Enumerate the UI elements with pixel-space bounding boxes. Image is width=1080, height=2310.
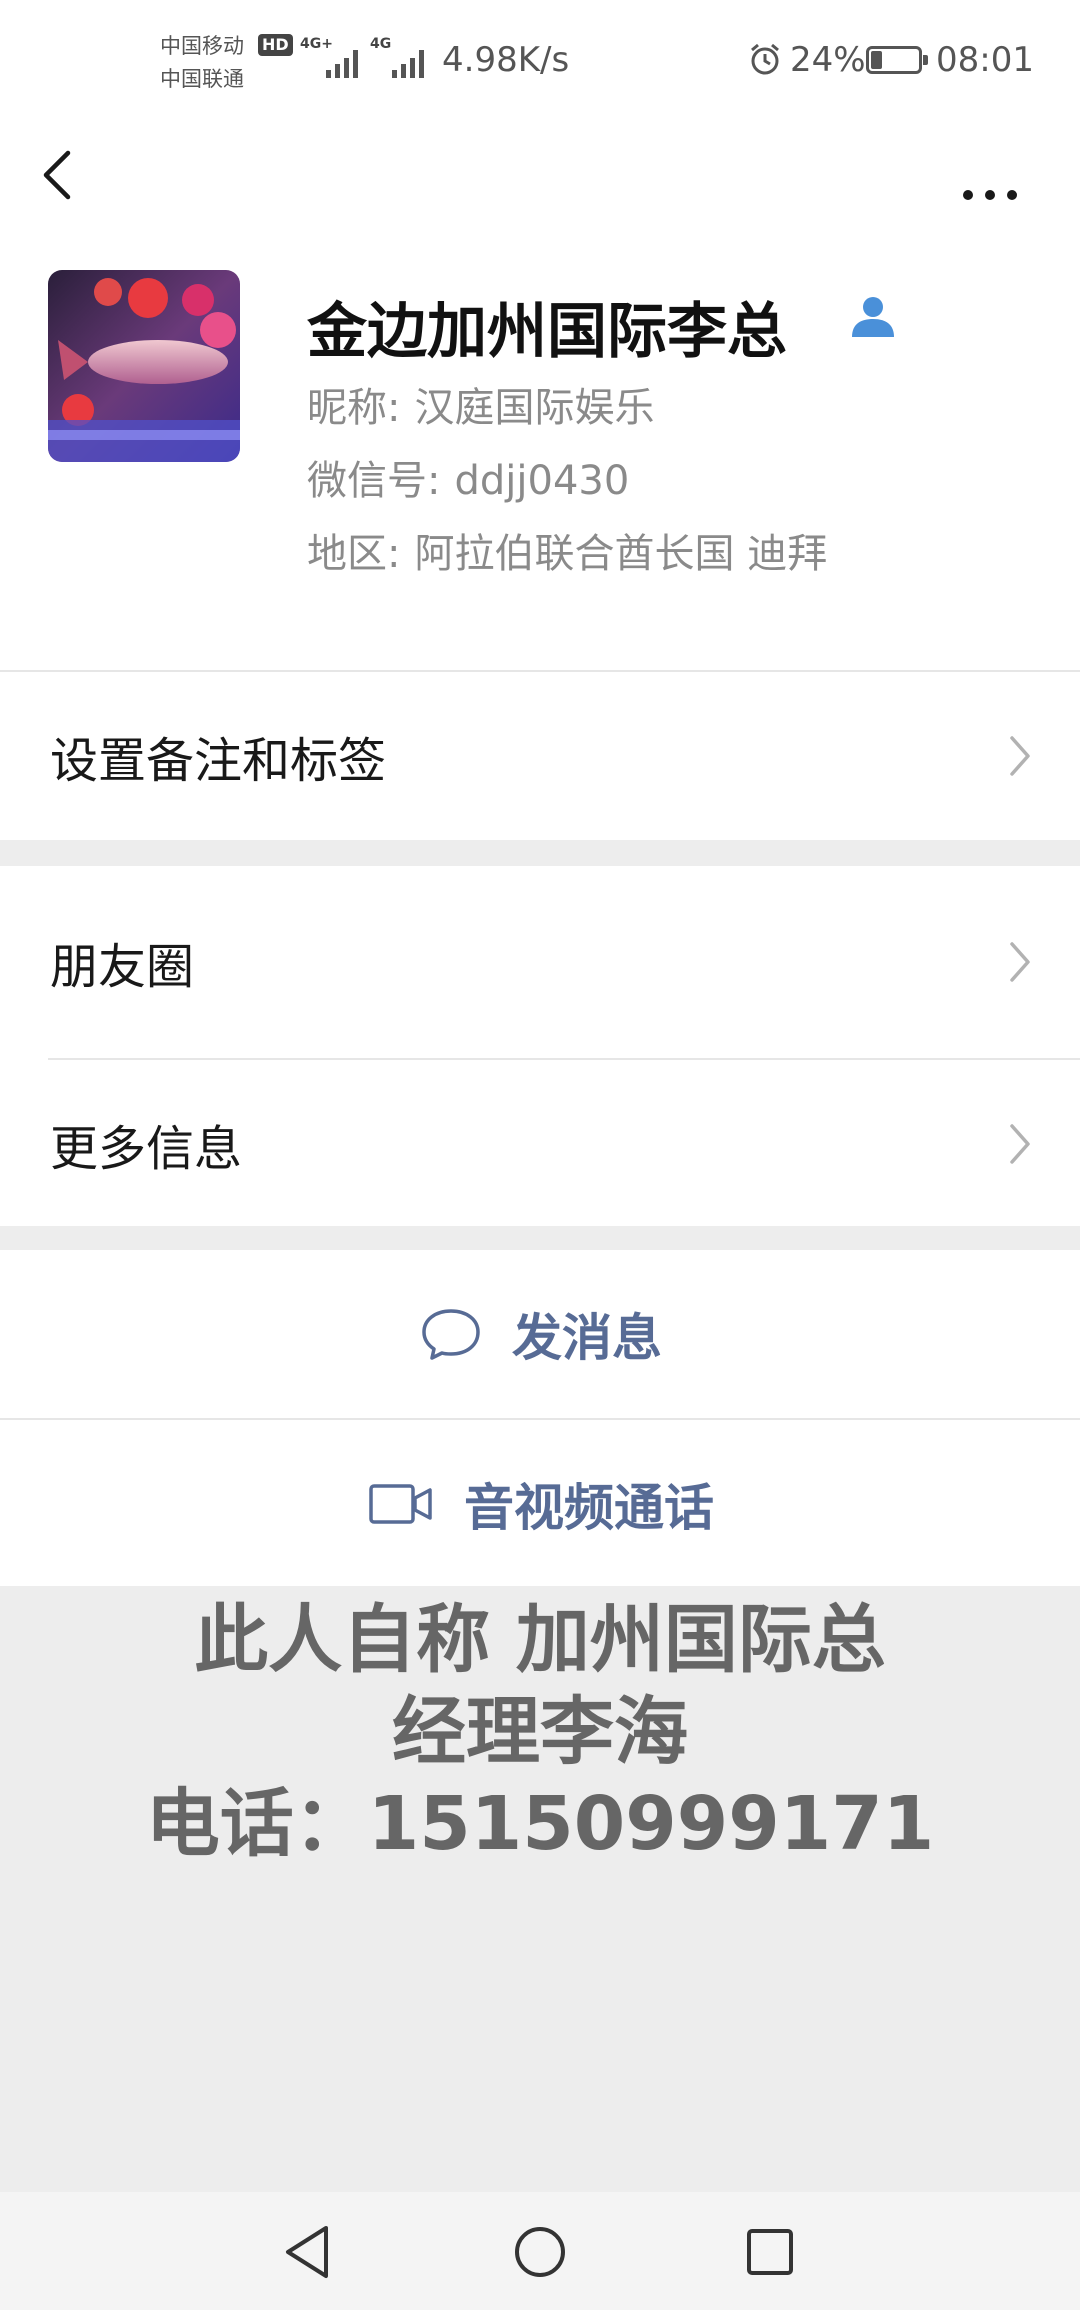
nickname-line: 昵称: 汉庭国际娱乐 [307, 375, 654, 433]
system-nav-bar [0, 2192, 1080, 2310]
display-name: 金边加州国际李总 [307, 297, 787, 367]
status-bar: 中国移动 中国联通 HD 4G+ 4G 4.98K/s 24% 08:01 [0, 0, 1080, 125]
more-info-label: 更多信息 [50, 1121, 243, 1177]
region-value: 阿拉伯联合酋长国 迪拜 [414, 531, 828, 577]
nickname-value: 汉庭国际娱乐 [414, 385, 655, 431]
clock: 08:01 [936, 40, 1034, 80]
overlay-line-1: 此人自称 加州国际总 [194, 1597, 886, 1683]
chat-bubble-icon [422, 1309, 480, 1360]
wechat-id-value: ddjj0430 [454, 458, 630, 504]
remark-tags-label: 设置备注和标签 [50, 733, 387, 789]
profile-header: 金边加州国际李总 昵称: 汉庭国际娱乐 微信号: ddjj0430 地区: 阿拉伯联合… [0, 225, 1080, 672]
carrier-2: 中国联通 [160, 67, 244, 91]
more-dots-icon[interactable] [958, 145, 1028, 205]
video-camera-icon [369, 1484, 432, 1524]
signal-1-icon: 4G+ [300, 36, 360, 78]
remark-section: 设置备注和标签 [0, 672, 1080, 840]
hd-badge: HD [258, 34, 293, 56]
nav-home-icon[interactable] [510, 2222, 570, 2282]
chevron-right-icon [1010, 1124, 1030, 1164]
contact-person-icon [852, 297, 894, 337]
alarm-icon [751, 43, 779, 75]
battery-icon [866, 46, 928, 74]
send-message-button[interactable]: 发消息 [0, 1250, 1080, 1418]
remark-tags-cell[interactable]: 设置备注和标签 [0, 672, 1080, 840]
region-line: 地区: 阿拉伯联合酋长国 迪拜 [307, 521, 827, 579]
more-info-cell[interactable]: 更多信息 [0, 1060, 1080, 1228]
chevron-right-icon [1010, 942, 1030, 982]
av-call-label: 音视频通话 [464, 1479, 714, 1537]
nav-recents-icon[interactable] [740, 2222, 800, 2282]
wechat-id-label: 微信号: [307, 458, 441, 504]
avatar-image [48, 270, 240, 462]
moments-section: 朋友圈 更多信息 [0, 866, 1080, 1226]
overlay-line-2: 经理李海 [392, 1689, 688, 1775]
av-call-button[interactable]: 音视频通话 [0, 1420, 1080, 1588]
nickname-label: 昵称: [307, 385, 401, 431]
avatar[interactable] [48, 270, 240, 462]
region-label: 地区: [307, 531, 401, 577]
signal-2-icon: 4G [370, 36, 430, 78]
send-message-label: 发消息 [512, 1309, 662, 1367]
overlay-line-3: 电话：15150999171 [145, 1781, 935, 1867]
chevron-right-icon [1010, 736, 1030, 776]
actions-section: 发消息 音视频通话 [0, 1250, 1080, 1586]
battery-percent: 24% [790, 40, 866, 80]
moments-cell[interactable]: 朋友圈 [0, 878, 1080, 1046]
network-2-label: 4G [370, 36, 392, 52]
network-speed: 4.98K/s [442, 40, 570, 80]
moments-label: 朋友圈 [50, 939, 195, 995]
wechat-id-line: 微信号: ddjj0430 [307, 448, 629, 506]
nav-back-icon[interactable] [278, 2222, 338, 2282]
back-chevron-icon[interactable] [38, 145, 78, 205]
top-bar [0, 125, 1080, 225]
